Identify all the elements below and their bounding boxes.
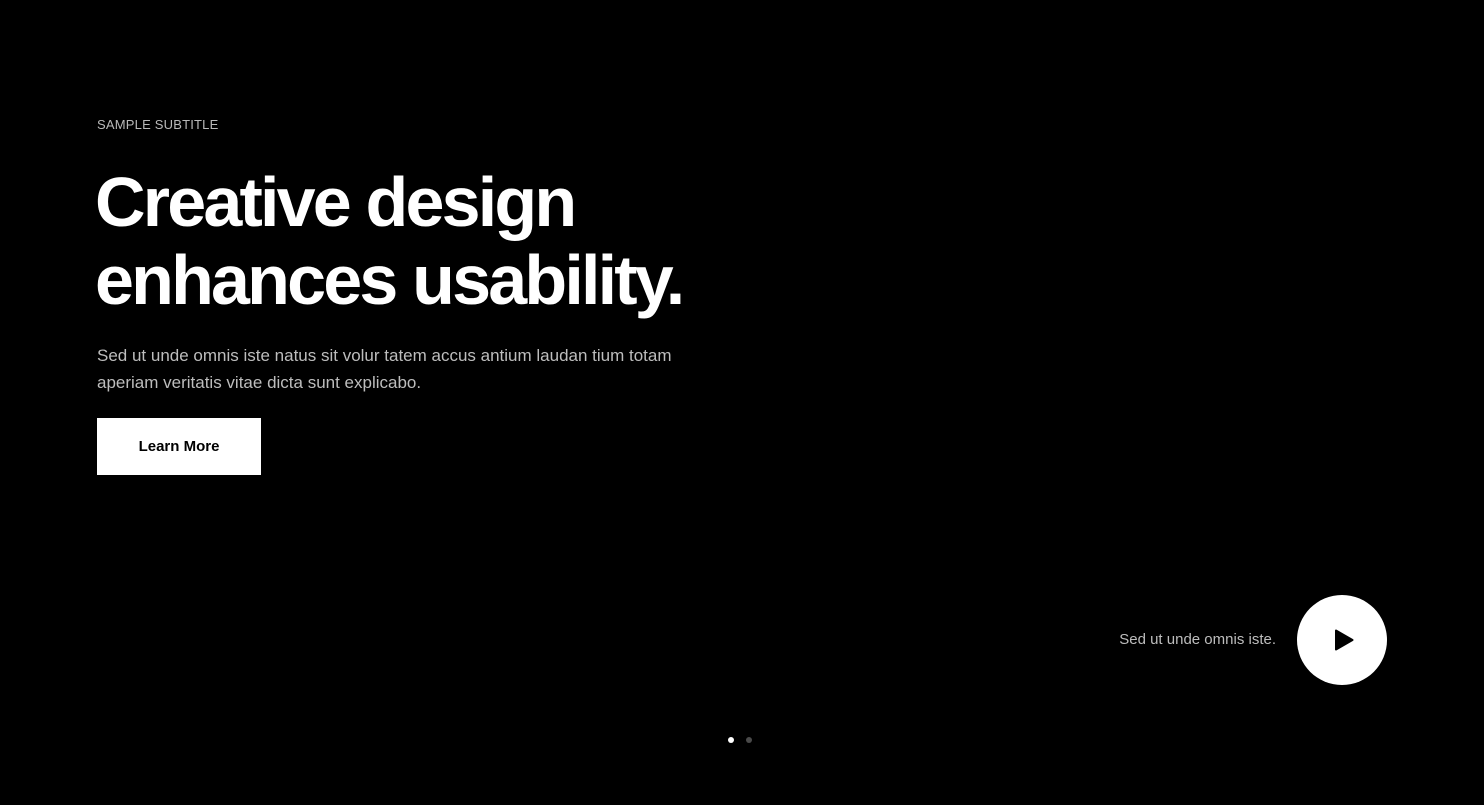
- hero-subtitle: SAMPLE SUBTITLE: [97, 117, 219, 132]
- slide-dot-1[interactable]: [728, 737, 734, 743]
- hero-section: SAMPLE SUBTITLE Creative design enhances…: [0, 0, 1484, 805]
- play-icon: [1334, 629, 1353, 651]
- hero-headline: Creative design enhances usability.: [95, 163, 797, 319]
- hero-description: Sed ut unde omnis iste natus sit volur t…: [97, 346, 672, 392]
- hero-headline-line-2: enhances usability.: [95, 241, 685, 319]
- learn-more-button[interactable]: Learn More: [97, 418, 261, 475]
- hero-content: SAMPLE SUBTITLE Creative design enhances…: [95, 117, 797, 396]
- play-video-button[interactable]: [1297, 595, 1387, 685]
- video-caption: Sed ut unde omnis iste.: [1119, 631, 1276, 648]
- slide-dot-2[interactable]: [746, 737, 752, 743]
- slider-pagination: [728, 737, 752, 743]
- hero-headline-line-1: Creative design: [95, 163, 577, 241]
